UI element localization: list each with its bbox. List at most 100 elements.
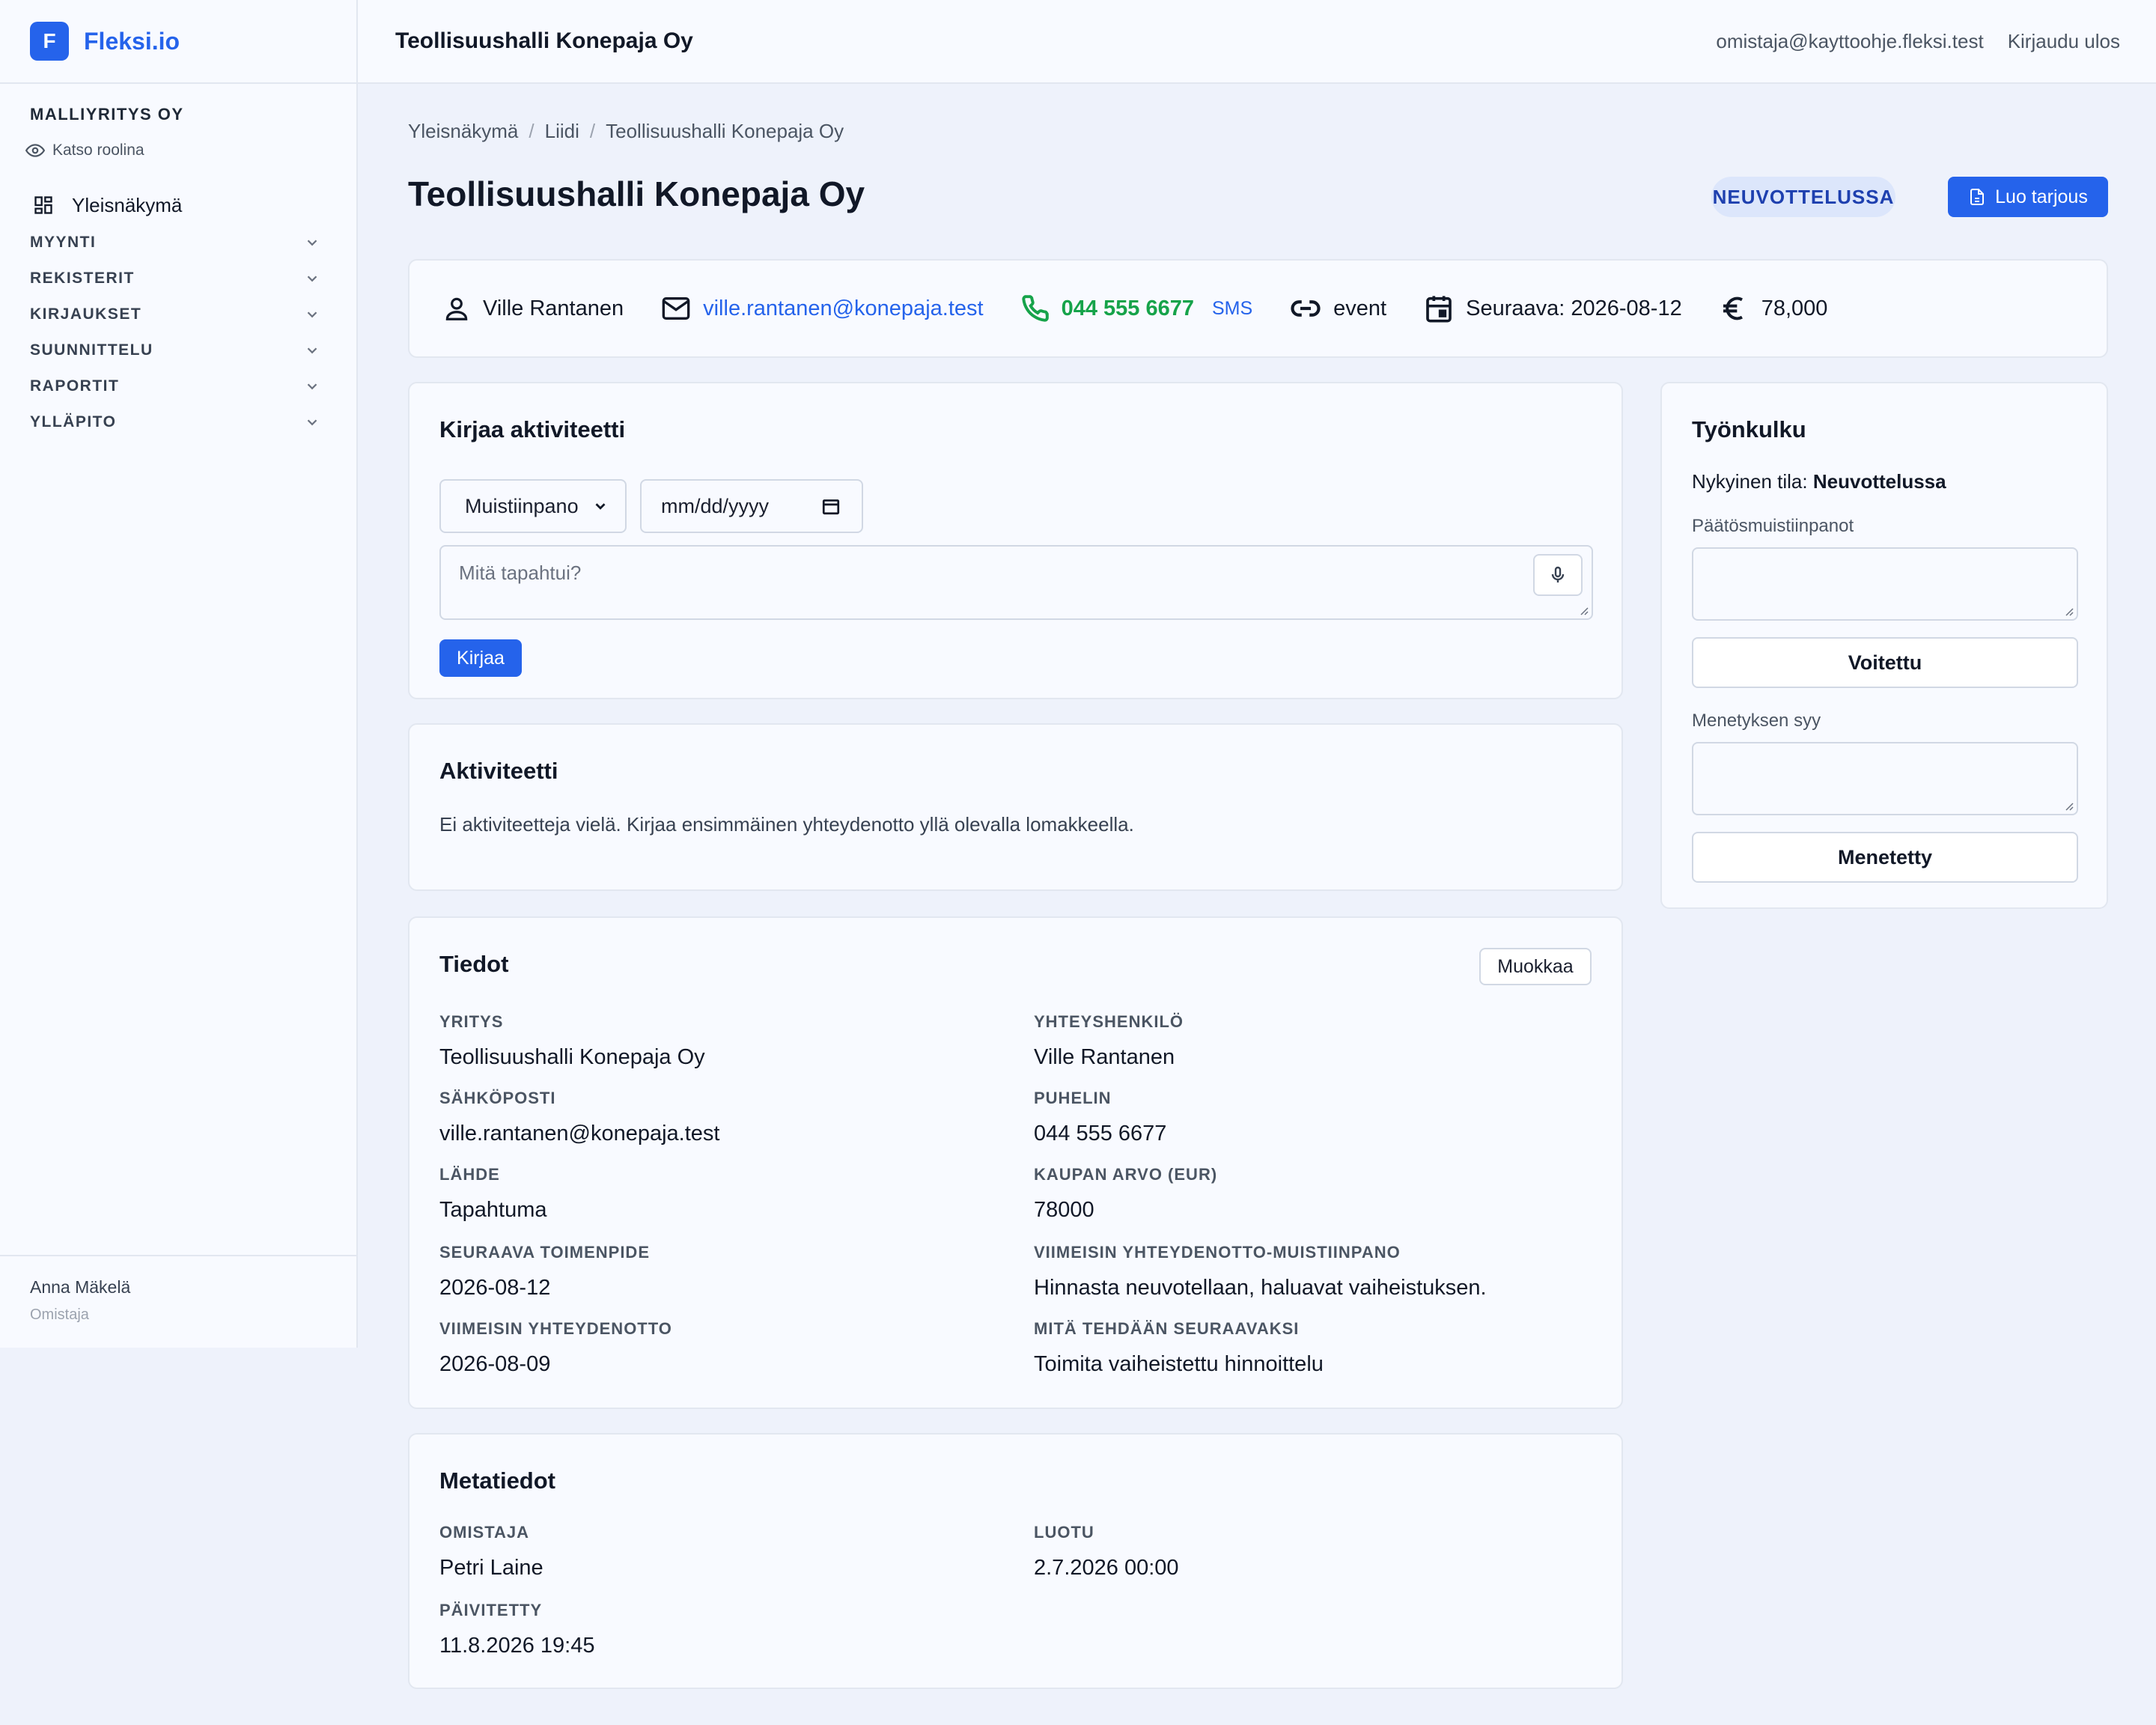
user-name: Anna Mäkelä <box>30 1277 131 1297</box>
field-label: OMISTAJA <box>439 1523 530 1542</box>
view-as-role-link[interactable]: Katso roolina <box>25 141 356 160</box>
contact-person-name: Ville Rantanen <box>483 296 624 320</box>
field-value: 78000 <box>1034 1198 1094 1222</box>
sms-link[interactable]: SMS <box>1212 298 1252 320</box>
org-name: MALLIYRITYS OY <box>30 105 184 124</box>
loss-reason-input[interactable] <box>1692 742 2078 815</box>
field-value: Toimita vaiheistettu hinnoittelu <box>1034 1352 1324 1376</box>
field-label: VIIMEISIN YHTEYDENOTTO <box>439 1319 672 1338</box>
field-label: YRITYS <box>439 1012 504 1031</box>
current-state-value: Neuvottelussa <box>1812 470 1946 493</box>
sidebar-sections: MYYNTI REKISTERIT KIRJAUKSET SUUNNITTELU… <box>0 225 356 440</box>
sidebar-item-dashboard[interactable]: Yleisnäkymä <box>0 186 356 225</box>
sidebar-section-rekisterit[interactable]: REKISTERIT <box>0 261 356 296</box>
resize-handle-icon[interactable] <box>2063 606 2074 616</box>
resize-handle-icon[interactable] <box>2063 800 2074 811</box>
details-title: Tiedot <box>439 951 509 977</box>
contact-source-value: event <box>1333 296 1387 320</box>
breadcrumb-separator: / <box>589 120 596 142</box>
log-controls: Muistiinpano mm/dd/yyyy <box>439 479 1592 533</box>
contact-source: event <box>1290 293 1386 324</box>
field-value: Petri Laine <box>439 1556 543 1580</box>
field-value: 11.8.2026 19:45 <box>439 1634 595 1658</box>
logout-link[interactable]: Kirjaudu ulos <box>2008 30 2120 53</box>
field-company: YRITYS Teollisuushalli Konepaja Oy <box>439 1012 705 1070</box>
contact-email[interactable]: ville.rantanen@konepaja.test <box>661 293 984 323</box>
field-value: Ville Rantanen <box>1034 1045 1175 1069</box>
field-next-step: MITÄ TEHDÄÄN SEURAAVAKSI Toimita vaiheis… <box>1034 1319 1324 1377</box>
brand[interactable]: F Fleksi.io <box>0 0 356 84</box>
section-label: MYYNTI <box>30 234 97 251</box>
date-placeholder: mm/dd/yyyy <box>661 494 770 517</box>
create-offer-button[interactable]: Luo tarjous <box>1948 177 2108 217</box>
won-button[interactable]: Voitettu <box>1692 637 2078 688</box>
voice-input-button[interactable] <box>1533 554 1583 596</box>
activity-note-input[interactable]: Mitä tapahtui? <box>439 545 1593 620</box>
brand-logo[interactable]: F <box>30 22 69 61</box>
chevron-down-icon <box>307 240 317 246</box>
contact-phone[interactable]: 044 555 6677 SMS <box>1021 294 1252 323</box>
field-label: PUHELIN <box>1034 1089 1112 1107</box>
field-label: SÄHKÖPOSTI <box>439 1089 556 1107</box>
field-label: SEURAAVA TOIMENPIDE <box>439 1243 650 1262</box>
activity-note-placeholder: Mitä tapahtui? <box>459 562 582 584</box>
breadcrumb-item-leads[interactable]: Liidi <box>545 120 579 143</box>
contact-phone-number[interactable]: 044 555 6677 <box>1062 296 1194 321</box>
phone-icon <box>1021 295 1049 322</box>
topbar: Teollisuushalli Konepaja Oy omistaja@kay… <box>358 0 2156 84</box>
edit-button[interactable]: Muokkaa <box>1479 948 1592 985</box>
sidebar-item-label: Yleisnäkymä <box>72 193 183 216</box>
field-label: MITÄ TEHDÄÄN SEURAAVAKSI <box>1034 1319 1300 1338</box>
workflow-title: Työnkulku <box>1692 416 1806 442</box>
field-value: 2026-08-09 <box>439 1352 551 1376</box>
view-as-role-label: Katso roolina <box>52 142 144 159</box>
sidebar: F Fleksi.io MALLIYRITYS OY Katso roolina… <box>0 0 358 1348</box>
document-icon <box>1970 189 1985 205</box>
field-value: 044 555 6677 <box>1034 1122 1167 1146</box>
field-phone: PUHELIN 044 555 6677 <box>1034 1089 1166 1146</box>
topbar-account: omistaja@kayttoohje.fleksi.test Kirjaudu… <box>1716 30 2120 53</box>
sidebar-section-myynti[interactable]: MYYNTI <box>0 225 356 261</box>
activity-type-select[interactable]: Muistiinpano <box>439 479 627 533</box>
lost-button[interactable]: Menetetty <box>1692 832 2078 883</box>
brand-name[interactable]: Fleksi.io <box>84 28 180 55</box>
activity-empty-state: Ei aktiviteetteja vielä. Kirjaa ensimmäi… <box>439 813 1134 836</box>
field-label: PÄIVITETTY <box>439 1601 543 1619</box>
metadata-title: Metatiedot <box>439 1467 555 1494</box>
calendar-icon[interactable] <box>821 496 841 516</box>
dashboard-icon <box>34 196 52 214</box>
activity-date-input[interactable]: mm/dd/yyyy <box>640 479 863 533</box>
field-label: LÄHDE <box>439 1165 500 1184</box>
sidebar-section-kirjaukset[interactable]: KIRJAUKSET <box>0 296 356 332</box>
contact-email-link[interactable]: ville.rantanen@konepaja.test <box>703 296 983 321</box>
breadcrumb: Yleisnäkymä / Liidi / Teollisuushalli Ko… <box>408 120 844 143</box>
log-activity-button[interactable]: Kirjaa <box>439 639 522 677</box>
field-next-action: SEURAAVA TOIMENPIDE 2026-08-12 <box>439 1243 650 1300</box>
org-block: MALLIYRITYS OY Katso roolina <box>0 84 356 160</box>
section-label: YLLÄPITO <box>30 413 117 431</box>
euro-icon <box>1723 296 1743 320</box>
calendar-icon <box>1426 296 1452 323</box>
field-last-contact: VIIMEISIN YHTEYDENOTTO 2026-08-09 <box>439 1319 672 1377</box>
field-source: LÄHDE Tapahtuma <box>439 1165 547 1223</box>
field-email: SÄHKÖPOSTI ville.rantanen@konepaja.test <box>439 1089 719 1146</box>
activity-type-value: Muistiinpano <box>465 494 579 517</box>
microphone-icon <box>1551 566 1565 582</box>
resize-handle-icon[interactable] <box>1578 605 1589 615</box>
decision-notes-input[interactable] <box>1692 547 2078 621</box>
chevron-down-icon <box>307 276 317 282</box>
field-label: LUOTU <box>1034 1523 1094 1542</box>
contact-summary: Ville Rantanen ville.rantanen@konepaja.t… <box>408 259 2108 358</box>
sidebar-section-raportit[interactable]: RAPORTIT <box>0 368 356 404</box>
field-deal-value: KAUPAN ARVO (EUR) 78000 <box>1034 1165 1217 1223</box>
mail-icon <box>662 297 690 320</box>
field-value: 2.7.2026 00:00 <box>1034 1556 1179 1580</box>
sidebar-section-yllapito[interactable]: YLLÄPITO <box>0 404 356 440</box>
user-icon <box>445 297 468 320</box>
contact-deal-amount: 78,000 <box>1761 296 1828 320</box>
breadcrumb-separator: / <box>529 120 535 142</box>
current-state-label: Nykyinen tila: <box>1692 470 1808 493</box>
field-label: VIIMEISIN YHTEYDENOTTO-MUISTIINPANO <box>1034 1243 1401 1262</box>
sidebar-section-suunnittelu[interactable]: SUUNNITTELU <box>0 332 356 368</box>
breadcrumb-item-dashboard[interactable]: Yleisnäkymä <box>408 120 518 143</box>
